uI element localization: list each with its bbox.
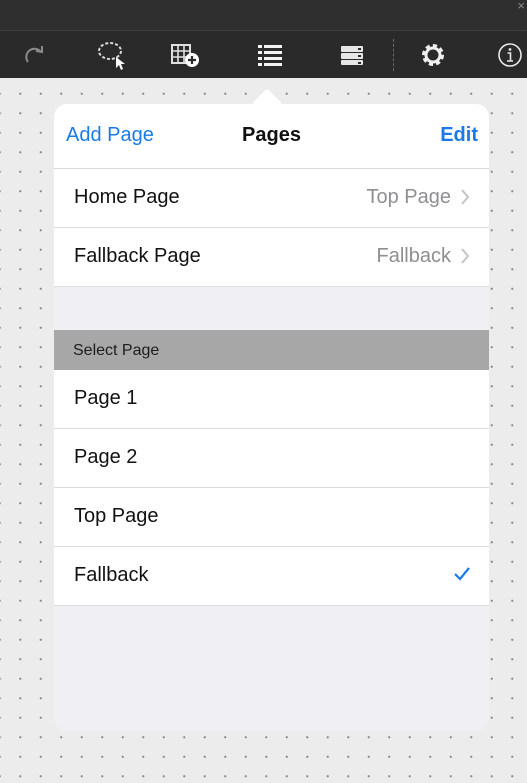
window-titlebar: × <box>0 0 527 30</box>
row-value: Top Page <box>366 186 451 208</box>
lasso-select-icon[interactable] <box>90 31 134 78</box>
section-gap <box>54 287 489 330</box>
page-label: Page 1 <box>74 387 138 409</box>
edit-button[interactable]: Edit <box>440 124 478 147</box>
gear-icon[interactable] <box>411 31 455 78</box>
row-label: Home Page <box>74 186 180 208</box>
page-row[interactable]: Page 2 <box>54 429 489 488</box>
stack-icon[interactable] <box>330 31 374 78</box>
checkmark-icon <box>454 567 470 581</box>
add-table-icon[interactable] <box>163 31 207 78</box>
chevron-right-icon <box>461 189 470 205</box>
row-label: Fallback Page <box>74 245 201 267</box>
popover-navbar: Add Page Pages Edit <box>54 104 489 169</box>
close-window-button[interactable]: × <box>517 0 525 13</box>
page-row-selected[interactable]: Fallback <box>54 547 489 606</box>
fallback-page-row[interactable]: Fallback Page Fallback <box>54 228 489 287</box>
page-row[interactable]: Page 1 <box>54 370 489 429</box>
section-header-label: Select Page <box>73 342 160 359</box>
pages-popover: Add Page Pages Edit Home Page Top Page F… <box>54 104 489 731</box>
pages-list-icon[interactable] <box>248 31 292 78</box>
chevron-right-icon <box>461 248 470 264</box>
redo-icon[interactable] <box>14 31 54 78</box>
info-icon[interactable] <box>492 31 527 78</box>
page-label: Fallback <box>74 564 149 586</box>
row-value: Fallback <box>376 245 451 267</box>
add-page-button[interactable]: Add Page <box>66 124 154 147</box>
toolbar <box>0 30 527 78</box>
toolbar-separator <box>393 39 394 71</box>
home-page-row[interactable]: Home Page Top Page <box>54 169 489 228</box>
page-label: Page 2 <box>74 446 138 468</box>
page-label: Top Page <box>74 505 159 527</box>
section-header: Select Page <box>54 330 489 370</box>
page-row[interactable]: Top Page <box>54 488 489 547</box>
